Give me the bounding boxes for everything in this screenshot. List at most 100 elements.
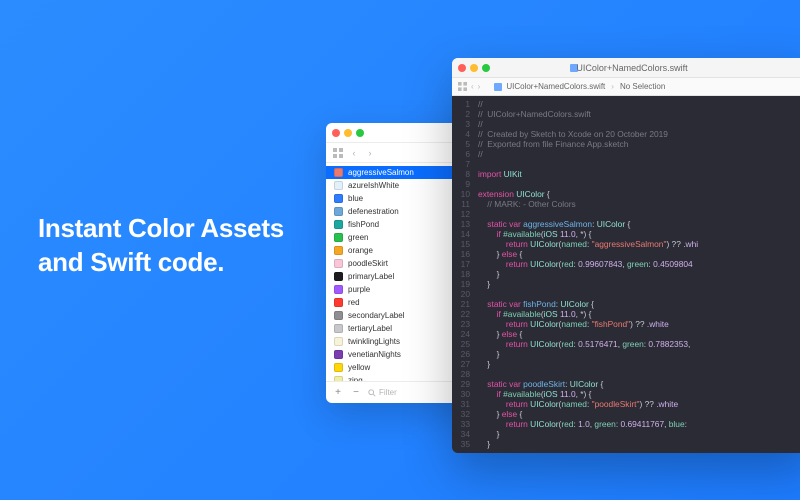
filter-icon [368, 389, 376, 397]
line-number: 34 [452, 429, 470, 439]
color-swatch [334, 168, 343, 177]
color-label: azureIshWhite [348, 181, 399, 190]
swift-file-icon [494, 83, 502, 91]
line-number: 7 [452, 159, 470, 169]
line-number: 21 [452, 299, 470, 309]
code-line[interactable]: if #available(iOS 11.0, *) { [478, 309, 698, 319]
code-line[interactable]: if #available(iOS 11.0, *) { [478, 229, 698, 239]
code-line[interactable]: // Exported from file Finance App.sketch [478, 139, 698, 149]
code-line[interactable]: } [478, 439, 698, 449]
code-line[interactable]: // UIColor+NamedColors.swift [478, 109, 698, 119]
color-swatch [334, 272, 343, 281]
code-line[interactable]: // [478, 99, 698, 109]
code-titlebar[interactable]: UIColor+NamedColors.swift [452, 58, 800, 78]
color-label: aggressiveSalmon [348, 168, 414, 177]
code-line[interactable] [478, 179, 698, 189]
jump-bar[interactable]: ‹ › UIColor+NamedColors.swift › No Selec… [452, 78, 800, 96]
code-line[interactable] [478, 289, 698, 299]
code-window: UIColor+NamedColors.swift ‹ › UIColor+Na… [452, 58, 800, 453]
color-swatch [334, 233, 343, 242]
line-number: 33 [452, 419, 470, 429]
code-editor[interactable]: 1234567891011121314151617181920212223242… [452, 96, 800, 453]
code-line[interactable]: } [478, 349, 698, 359]
line-number: 25 [452, 339, 470, 349]
code-line[interactable]: return UIColor(named: "fishPond") ?? .wh… [478, 319, 698, 329]
breadcrumb-selection[interactable]: No Selection [620, 82, 665, 91]
color-label: primaryLabel [348, 272, 394, 281]
add-button[interactable]: + [332, 387, 344, 399]
back-icon[interactable]: ‹ [348, 147, 360, 159]
forward-icon[interactable]: › [364, 147, 376, 159]
code-line[interactable]: static var fishPond: UIColor { [478, 299, 698, 309]
line-number: 3 [452, 119, 470, 129]
code-line[interactable]: // MARK: - Other Colors [478, 199, 698, 209]
code-line[interactable]: } [478, 279, 698, 289]
code-line[interactable] [478, 209, 698, 219]
color-swatch [334, 324, 343, 333]
line-number: 30 [452, 389, 470, 399]
code-line[interactable]: // [478, 149, 698, 159]
grid-icon[interactable] [458, 82, 467, 91]
code-line[interactable]: return UIColor(named: "aggressiveSalmon"… [478, 239, 698, 249]
color-label: orange [348, 246, 373, 255]
zoom-icon[interactable] [482, 64, 490, 72]
code-line[interactable]: } [478, 269, 698, 279]
close-icon[interactable] [458, 64, 466, 72]
grid-icon[interactable] [332, 147, 344, 159]
line-number: 19 [452, 279, 470, 289]
breadcrumb-file[interactable]: UIColor+NamedColors.swift [506, 82, 605, 91]
remove-button[interactable]: − [350, 387, 362, 399]
code-line[interactable]: if #available(iOS 11.0, *) { [478, 389, 698, 399]
color-label: purple [348, 285, 370, 294]
line-number: 27 [452, 359, 470, 369]
color-label: tertiaryLabel [348, 324, 392, 333]
line-number: 24 [452, 329, 470, 339]
line-number: 1 [452, 99, 470, 109]
window-title: UIColor+NamedColors.swift [452, 63, 800, 73]
line-number: 18 [452, 269, 470, 279]
zoom-icon[interactable] [356, 129, 364, 137]
line-number: 17 [452, 259, 470, 269]
code-line[interactable]: return UIColor(named: "poodleSkirt") ?? … [478, 399, 698, 409]
code-line[interactable]: import UIKit [478, 169, 698, 179]
code-line[interactable]: static var poodleSkirt: UIColor { [478, 379, 698, 389]
minimize-icon[interactable] [470, 64, 478, 72]
line-gutter: 1234567891011121314151617181920212223242… [452, 96, 474, 453]
line-number: 31 [452, 399, 470, 409]
line-number: 28 [452, 369, 470, 379]
line-number: 9 [452, 179, 470, 189]
line-number: 22 [452, 309, 470, 319]
code-line[interactable]: return UIColor(red: 1.0, green: 0.694117… [478, 419, 698, 429]
code-line[interactable]: } else { [478, 249, 698, 259]
line-number: 2 [452, 109, 470, 119]
code-line[interactable]: // [478, 119, 698, 129]
color-label: poodleSkirt [348, 259, 388, 268]
line-number: 16 [452, 249, 470, 259]
back-icon[interactable]: ‹ [471, 82, 474, 91]
code-line[interactable]: // Created by Sketch to Xcode on 20 Octo… [478, 129, 698, 139]
forward-icon[interactable]: › [478, 82, 481, 91]
code-line[interactable]: } else { [478, 329, 698, 339]
color-swatch [334, 350, 343, 359]
code-line[interactable]: return UIColor(red: 0.99607843, green: 0… [478, 259, 698, 269]
minimize-icon[interactable] [344, 129, 352, 137]
line-number: 13 [452, 219, 470, 229]
color-swatch [334, 220, 343, 229]
code-content[interactable]: //// UIColor+NamedColors.swift//// Creat… [474, 96, 698, 453]
color-swatch [334, 298, 343, 307]
swift-file-icon [570, 64, 578, 72]
code-line[interactable]: } [478, 429, 698, 439]
code-line[interactable]: } [478, 359, 698, 369]
line-number: 8 [452, 169, 470, 179]
code-line[interactable] [478, 159, 698, 169]
line-number: 12 [452, 209, 470, 219]
code-line[interactable]: extension UIColor { [478, 189, 698, 199]
code-line[interactable]: return UIColor(red: 0.5176471, green: 0.… [478, 339, 698, 349]
color-label: defenestration [348, 207, 399, 216]
code-line[interactable]: } else { [478, 409, 698, 419]
color-label: venetianNights [348, 350, 401, 359]
code-line[interactable]: static var aggressiveSalmon: UIColor { [478, 219, 698, 229]
color-swatch [334, 194, 343, 203]
close-icon[interactable] [332, 129, 340, 137]
code-line[interactable] [478, 369, 698, 379]
